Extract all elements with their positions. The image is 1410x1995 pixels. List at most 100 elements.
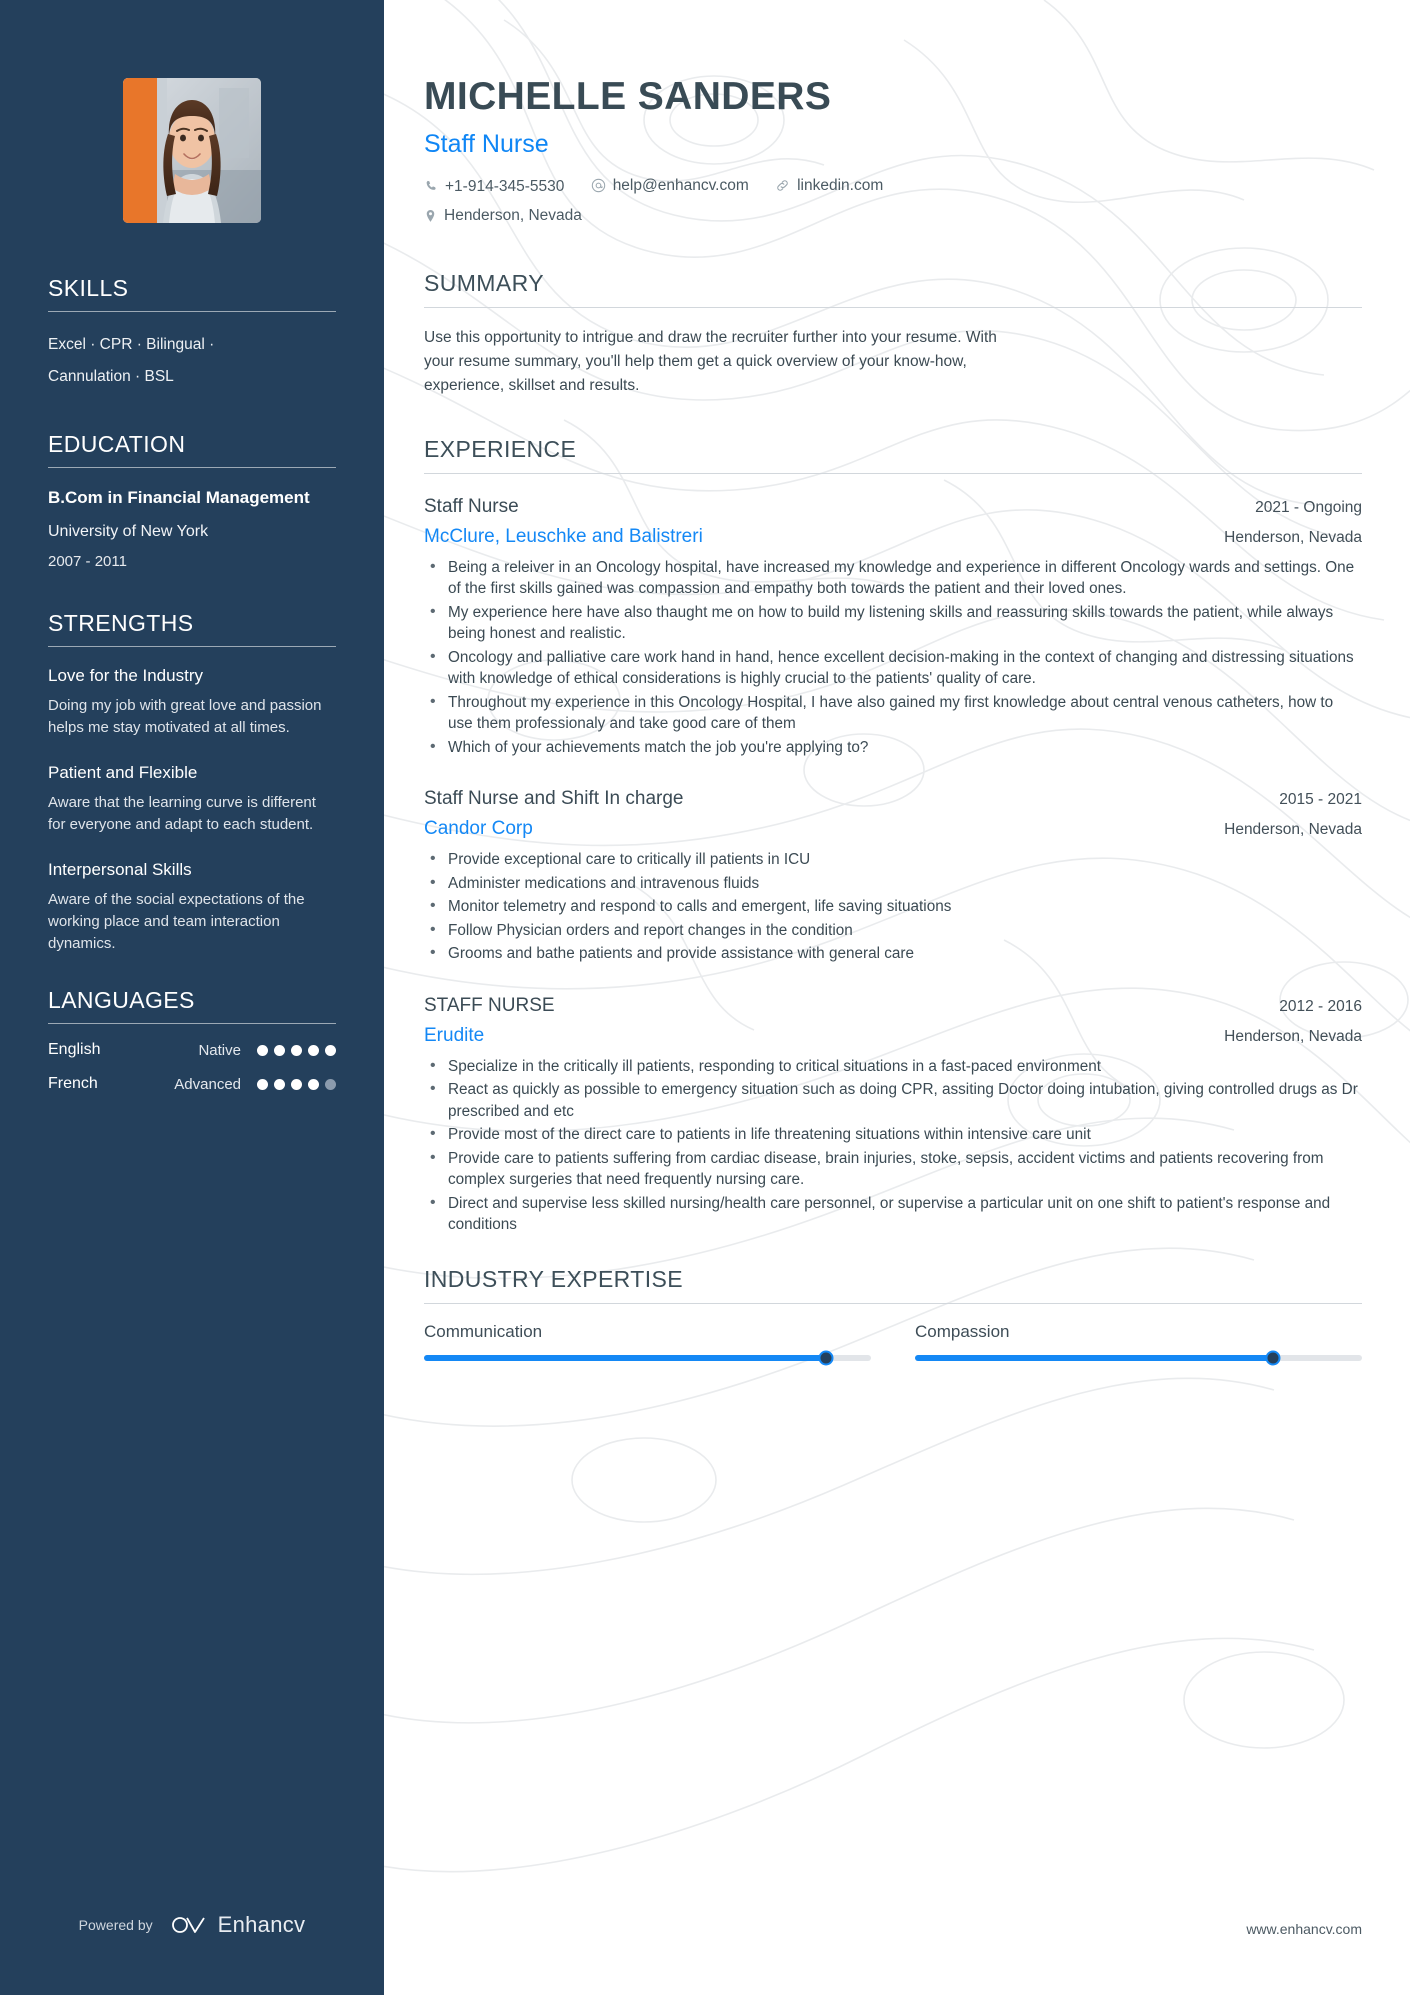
strength-description: Aware that the learning curve is differe… xyxy=(48,794,316,833)
location-pin-icon xyxy=(424,209,437,223)
experience-dates: 2021 - Ongoing xyxy=(1255,498,1362,516)
expertise-label: Compassion xyxy=(915,1321,1010,1341)
enhancv-brand-name: Enhancv xyxy=(217,1912,306,1937)
languages-divider xyxy=(48,1023,336,1024)
slider-knob[interactable] xyxy=(1265,1350,1281,1365)
experience-company[interactable]: McClure, Leuschke and Balistreri xyxy=(424,522,703,552)
experience-divider xyxy=(424,472,1362,474)
experience-location: Henderson, Nevada xyxy=(1224,821,1362,838)
experience-bullet: Provide exceptional care to critically i… xyxy=(424,848,1362,871)
strength-title: Love for the Industry xyxy=(48,666,203,685)
strength-title: Patient and Flexible xyxy=(48,763,198,782)
summary-text: Use this opportunity to intrigue and dra… xyxy=(424,328,997,394)
strength-item: Patient and Flexible Aware that the lear… xyxy=(48,761,336,836)
expertise-slider[interactable] xyxy=(915,1350,1362,1365)
powered-by-footer: Powered by Enhancv xyxy=(0,1912,384,1938)
strength-description: Aware of the social expectations of the … xyxy=(48,891,305,952)
education-divider xyxy=(48,467,336,468)
experience-company-row: McClure, Leuschke and Balistreri Henders… xyxy=(424,522,1362,552)
contact-location: Henderson, Nevada xyxy=(424,202,582,229)
contact-linkedin[interactable]: linkedin.com xyxy=(775,172,883,199)
summary-divider xyxy=(424,306,1362,308)
experience-dates: 2015 - 2021 xyxy=(1279,791,1362,808)
languages-heading: LANGUAGES xyxy=(48,987,195,1013)
contact-info: +1-914-345-5530 help@enhancv.com linkedi… xyxy=(424,172,1024,232)
experience-bullets: Being a releiver in an Oncology hospital… xyxy=(424,556,1362,759)
strengths-divider xyxy=(48,646,336,647)
experience-bullet: Provide most of the direct care to patie… xyxy=(424,1123,1362,1146)
summary-heading: SUMMARY xyxy=(424,269,544,296)
strengths-heading: STRENGTHS xyxy=(48,610,194,636)
education-degree: B.Com in Financial Management xyxy=(48,488,310,507)
experience-bullet: Being a releiver in an Oncology hospital… xyxy=(424,556,1362,600)
linkedin-text: linkedin.com xyxy=(797,177,884,194)
experience-location: Henderson, Nevada xyxy=(1224,1027,1362,1045)
experience-company[interactable]: Erudite xyxy=(424,1021,484,1051)
main-content: MICHELLE SANDERS Staff Nurse +1-914-345-… xyxy=(384,0,1410,1995)
experience-company-row: Erudite Henderson, Nevada xyxy=(424,1021,1362,1051)
page-title: MICHELLE SANDERS xyxy=(424,75,832,118)
industry-expertise-divider xyxy=(424,1302,1362,1304)
resume-page: SKILLS Excel · CPR · Bilingual · Cannula… xyxy=(0,0,1410,1995)
education-heading: EDUCATION xyxy=(48,431,186,457)
experience-bullet: React as quickly as possible to emergenc… xyxy=(424,1078,1362,1122)
experience-bullet: Grooms and bathe patients and provide as… xyxy=(424,942,1362,965)
strength-item: Love for the Industry Doing my job with … xyxy=(48,664,336,739)
location-text: Henderson, Nevada xyxy=(444,207,582,224)
experience-bullets: Provide exceptional care to critically i… xyxy=(424,848,1362,965)
rating-dot-filled xyxy=(291,1044,302,1056)
language-row: English Native xyxy=(48,1041,336,1059)
rating-dot-filled xyxy=(257,1078,268,1090)
language-name: English xyxy=(48,1041,101,1058)
experience-bullet: Throughout my experience in this Oncolog… xyxy=(424,691,1362,735)
experience-bullets: Specialize in the critically ill patient… xyxy=(424,1055,1362,1236)
experience-bullet: Which of your achievements match the job… xyxy=(424,736,1362,759)
contact-phone[interactable]: +1-914-345-5530 xyxy=(424,173,564,200)
skills-divider xyxy=(48,311,336,312)
slider-knob[interactable] xyxy=(818,1350,834,1365)
skills-heading: SKILLS xyxy=(48,275,129,301)
experience-entry: Staff Nurse 2021 - Ongoing McClure, Leus… xyxy=(424,492,1362,759)
contact-email[interactable]: help@enhancv.com xyxy=(591,172,749,199)
experience-job-title: Staff Nurse and Shift In charge xyxy=(424,788,684,809)
experience-location: Henderson, Nevada xyxy=(1224,528,1362,546)
rating-dot-filled xyxy=(308,1078,319,1090)
rating-dot-filled xyxy=(274,1044,285,1056)
experience-company-row: Candor Corp Henderson, Nevada xyxy=(424,814,1362,844)
email-text: help@enhancv.com xyxy=(612,177,749,194)
strength-item: Interpersonal Skills Aware of the social… xyxy=(48,858,336,955)
experience-bullet: My experience here have also thaught me … xyxy=(424,601,1362,645)
expertise-item: Communication xyxy=(424,1321,871,1365)
experience-title-row: Staff Nurse 2021 - Ongoing xyxy=(424,492,1362,522)
expertise-slider[interactable] xyxy=(424,1350,871,1365)
experience-bullet: Monitor telemetry and respond to calls a… xyxy=(424,895,1362,918)
experience-bullet: Follow Physician orders and report chang… xyxy=(424,919,1362,942)
experience-company[interactable]: Candor Corp xyxy=(424,814,533,844)
experience-title-row: Staff Nurse and Shift In charge 2015 - 2… xyxy=(424,784,1362,814)
language-level: Advanced xyxy=(174,1075,241,1093)
sidebar-section-strengths: STRENGTHS Love for the Industry Doing my… xyxy=(0,610,384,955)
industry-expertise-heading: INDUSTRY EXPERTISE xyxy=(424,1265,683,1292)
section-summary: SUMMARY Use this opportunity to intrigue… xyxy=(424,270,1362,398)
website-url: www.enhancv.com xyxy=(1246,1921,1362,1937)
language-rating-dots xyxy=(257,1044,336,1056)
skills-line-1: Excel · CPR · Bilingual · xyxy=(48,336,215,353)
strength-title: Interpersonal Skills xyxy=(48,860,192,879)
profile-photo-illustration xyxy=(123,78,261,223)
language-name: French xyxy=(48,1075,98,1092)
powered-by-label: Powered by xyxy=(78,1917,153,1933)
experience-heading: EXPERIENCE xyxy=(424,435,577,462)
language-row: French Advanced xyxy=(48,1075,336,1093)
experience-dates: 2012 - 2016 xyxy=(1279,997,1362,1015)
section-experience: EXPERIENCE Staff Nurse 2021 - Ongoing Mc… xyxy=(424,436,1362,1236)
education-school: University of New York xyxy=(48,523,209,540)
section-industry-expertise: INDUSTRY EXPERTISE Communication Compass… xyxy=(424,1265,1362,1365)
experience-bullet: Specialize in the critically ill patient… xyxy=(424,1055,1362,1078)
sidebar: SKILLS Excel · CPR · Bilingual · Cannula… xyxy=(0,0,384,1995)
expertise-label: Communication xyxy=(424,1321,543,1341)
expertise-item: Compassion xyxy=(915,1321,1362,1365)
enhancv-logo-icon xyxy=(171,1917,205,1933)
experience-job-title: STAFF NURSE xyxy=(424,994,555,1016)
link-icon xyxy=(775,178,790,193)
rating-dot-filled xyxy=(325,1044,336,1056)
